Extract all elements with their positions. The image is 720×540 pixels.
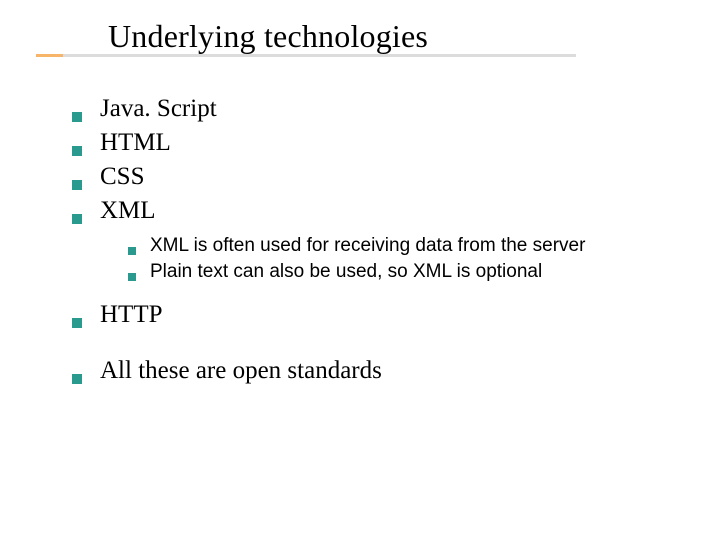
list-item: XML <box>72 197 680 225</box>
slide-title: Underlying technologies <box>108 18 720 55</box>
list-item: All these are open standards <box>72 357 680 385</box>
list-item-label: HTTP <box>100 301 163 329</box>
list-item-label: All these are open standards <box>100 357 382 385</box>
list-item-label: HTML <box>100 129 171 157</box>
list-item: HTTP <box>72 301 680 329</box>
list-item: Java. Script <box>72 95 680 123</box>
list-item-label: Plain text can also be used, so XML is o… <box>150 261 542 283</box>
list-item-label: XML <box>100 197 156 225</box>
slide-body: Java. Script HTML CSS XML XML is often u… <box>0 55 720 385</box>
list-item-label: CSS <box>100 163 144 191</box>
square-bullet-icon <box>72 112 82 122</box>
square-bullet-icon <box>72 374 82 384</box>
square-bullet-icon <box>72 214 82 224</box>
square-bullet-icon <box>72 180 82 190</box>
sub-list: XML is often used for receiving data fro… <box>128 235 680 283</box>
square-bullet-icon <box>128 247 136 255</box>
list-item: XML is often used for receiving data fro… <box>128 235 680 257</box>
list-item-label: Java. Script <box>100 95 217 123</box>
square-bullet-icon <box>72 146 82 156</box>
list-item: Plain text can also be used, so XML is o… <box>128 261 680 283</box>
list-item: CSS <box>72 163 680 191</box>
square-bullet-icon <box>128 273 136 281</box>
list-item-label: XML is often used for receiving data fro… <box>150 235 585 257</box>
title-underline <box>36 54 576 57</box>
slide-title-area: Underlying technologies <box>0 0 720 55</box>
list-item: HTML <box>72 129 680 157</box>
square-bullet-icon <box>72 318 82 328</box>
